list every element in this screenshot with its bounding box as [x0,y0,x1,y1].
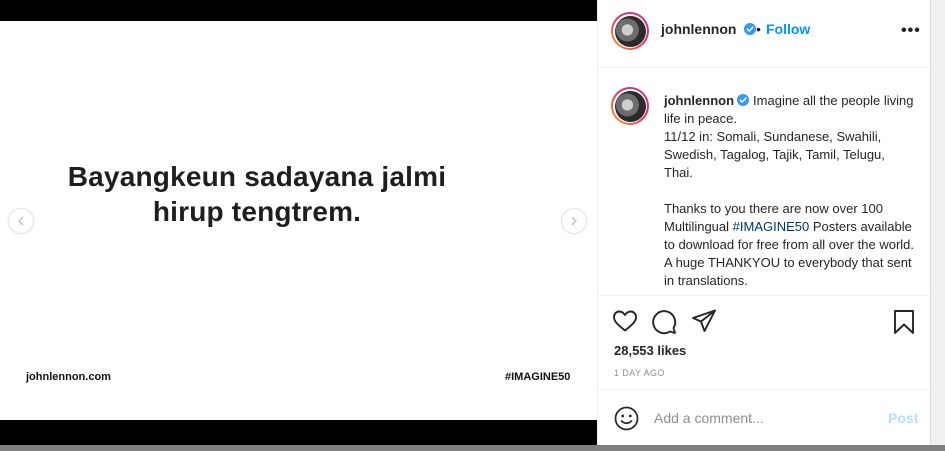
caption-avatar[interactable] [611,87,649,125]
comment-bar: Add a comment... Post [598,389,931,446]
caption-profile-photo [614,90,646,122]
chevron-right-icon [571,216,577,226]
caption-text: johnlennon Imagine all the people living … [664,92,914,290]
header-separator: • [756,21,761,37]
next-slide-button[interactable] [561,208,587,234]
avatar[interactable] [611,12,649,50]
slide-text: Bayangkeun sadayana jalmi hirup tengtrem… [0,159,514,229]
caption-username[interactable]: johnlennon [664,93,734,108]
verified-badge-icon [743,23,756,35]
post-header: johnlennon • Follow ••• [598,0,931,68]
window-scrollbar-edge [930,0,945,451]
post-media: Bayangkeun sadayana jalmi hirup tengtrem… [0,0,597,445]
slide-line-2: hirup tengtrem. [152,196,362,227]
caption-body-1: Imagine all the people living life in pe… [664,93,914,234]
heart-icon[interactable] [612,309,638,333]
slide-line-1: Bayangkeun sadayana jalmi [67,161,447,192]
action-bar [612,309,922,335]
share-icon[interactable] [691,309,717,333]
header-username-wrap: johnlennon [661,21,756,39]
post-side-panel: johnlennon • Follow ••• johnlennon Imagin… [597,0,931,445]
comment-icon[interactable] [651,309,677,335]
follow-button[interactable]: Follow [766,21,810,37]
header-username[interactable]: johnlennon [661,21,736,37]
chevron-left-icon [18,216,24,226]
post-timestamp[interactable]: 1 DAY AGO [614,368,665,378]
post-comment-button[interactable]: Post [888,410,918,426]
comment-input[interactable]: Add a comment... [654,410,764,426]
caption-verified-badge-icon [737,94,750,106]
window-bottom-edge [0,445,945,451]
caption-area: johnlennon Imagine all the people living … [598,68,931,296]
slide-footer-website: johnlennon.com [26,371,111,383]
previous-slide-button[interactable] [8,208,34,234]
caption-hashtag-link[interactable]: #IMAGINE50 [733,219,810,234]
carousel-slide[interactable]: Bayangkeun sadayana jalmi hirup tengtrem… [0,21,597,420]
more-options-icon[interactable]: ••• [901,22,921,40]
slide-footer-hashtag: #IMAGINE50 [505,371,571,383]
profile-photo [614,15,646,47]
likes-count[interactable]: 28,553 likes [614,343,686,358]
bookmark-icon[interactable] [893,309,915,335]
emoji-icon[interactable] [614,406,639,431]
